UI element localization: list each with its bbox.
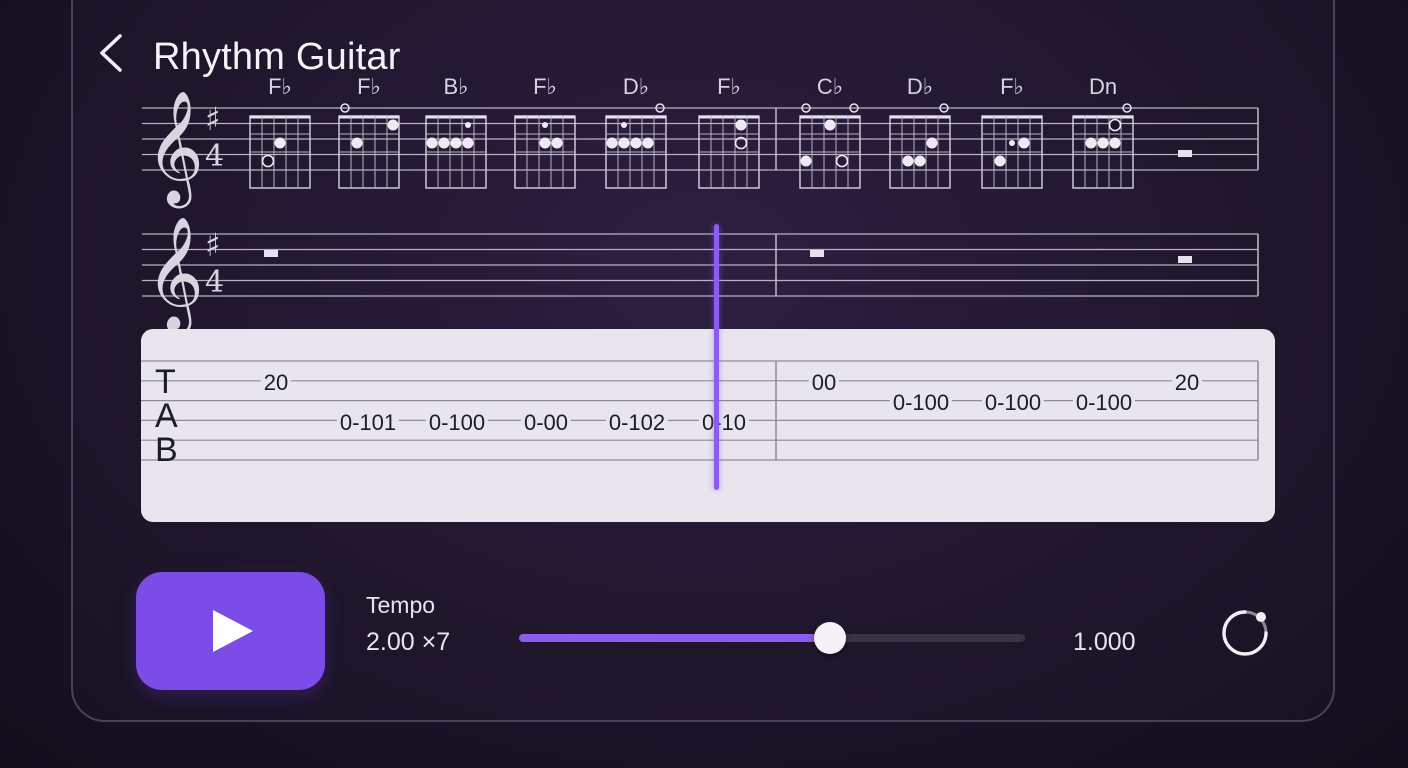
tempo-slider-thumb[interactable] [813, 622, 846, 654]
chord-diagram[interactable] [249, 115, 311, 189]
chord-finger-dot [551, 137, 563, 149]
rest-icon [264, 250, 278, 257]
chord-finger-dot [438, 137, 450, 149]
chord-finger-dot [274, 137, 286, 149]
key-signature-sharp-icon: ♯ [205, 226, 220, 264]
treble-clef-icon: 𝄞 [146, 216, 204, 335]
chord-finger-dot [800, 155, 812, 167]
chord-finger-dot [621, 122, 627, 128]
chord-finger-dot [450, 137, 462, 149]
chord-finger-dot [902, 155, 914, 167]
chord-finger-dot [351, 137, 363, 149]
chord-diagram[interactable] [338, 103, 400, 189]
chord-finger-dot [462, 137, 474, 149]
treble-clef-icon: 𝄞 [146, 90, 204, 209]
rest-icon [810, 250, 824, 257]
tablature-panel[interactable]: T A B 20 0-101 0-100 0-00 0-102 0-10 00 0-100 0-100… [141, 329, 1275, 522]
chord-diagram[interactable] [605, 103, 667, 189]
chord-finger-dot [426, 137, 438, 149]
chord-finger-dot [261, 154, 275, 168]
chord-finger-dot [542, 122, 548, 128]
key-signature-sharp-icon: ♯ [205, 100, 220, 138]
tempo-label: Tempo [366, 592, 436, 618]
tab-fret-number[interactable]: 20 [1171, 371, 1203, 395]
chord-finger-dot [1009, 140, 1015, 146]
tab-clef-letter: T [155, 363, 176, 401]
chord-diagram[interactable] [981, 115, 1043, 189]
chord-diagram[interactable] [425, 115, 487, 189]
speed-value: 1.000 [1073, 628, 1136, 656]
chord-finger-dot [1109, 137, 1121, 149]
loop-icon[interactable] [1218, 606, 1272, 660]
notation-staff-area: 𝄞 ♯4𝄞 ♯4 [142, 90, 1259, 335]
chord-finger-dot [618, 137, 630, 149]
chord-finger-dot [539, 137, 551, 149]
tab-fret-number[interactable]: 0-100 [1072, 390, 1136, 415]
chord-finger-dot [1085, 137, 1097, 149]
tab-fret-number[interactable]: 0-102 [605, 410, 669, 435]
chord-finger-dot [606, 137, 618, 149]
playback-cursor[interactable] [714, 224, 719, 490]
tab-fret-number[interactable]: 20 [260, 371, 292, 395]
tempo-slider-fill [519, 634, 830, 642]
chord-finger-dot [1018, 137, 1030, 149]
chord-finger-dot [465, 122, 471, 128]
chord-diagram[interactable] [698, 115, 760, 189]
tab-fret-number[interactable]: 0-100 [889, 390, 953, 415]
tab-clef-letter: A [155, 397, 178, 435]
time-signature: 4 [205, 265, 224, 300]
chord-finger-dot [994, 155, 1006, 167]
whole-rest-icon [1178, 150, 1192, 157]
rest-icon [1178, 256, 1192, 263]
tab-fret-number[interactable]: 0-101 [336, 410, 400, 435]
play-button[interactable] [136, 572, 325, 690]
tab-fret-number[interactable]: 00 [808, 371, 840, 395]
chord-finger-dot [824, 119, 836, 131]
tab-fret-number[interactable]: 0-00 [520, 410, 572, 435]
tab-fret-number[interactable]: 0-10 [698, 410, 750, 435]
chord-finger-dot [642, 137, 654, 149]
chord-finger-dot [630, 137, 642, 149]
tempo-value: 2.00 ×7 [366, 628, 451, 656]
chord-finger-dot [1097, 137, 1109, 149]
tab-fret-number[interactable]: 0-100 [981, 390, 1045, 415]
play-icon [213, 610, 253, 652]
tab-clef-letter: B [155, 431, 178, 469]
chord-finger-dot [926, 137, 938, 149]
chord-diagram[interactable] [514, 115, 576, 189]
tab-fret-number[interactable]: 0-100 [425, 410, 489, 435]
chord-diagram[interactable] [889, 103, 951, 189]
time-signature: 4 [205, 139, 224, 174]
chord-diagram[interactable] [1072, 103, 1134, 189]
chord-finger-dot [735, 119, 747, 131]
chord-finger-dot [914, 155, 926, 167]
chord-finger-dot [387, 119, 399, 131]
chord-finger-dot [1108, 118, 1122, 132]
chord-diagram[interactable] [799, 103, 861, 189]
chord-finger-dot [835, 154, 849, 168]
tempo-slider[interactable] [519, 622, 1025, 654]
